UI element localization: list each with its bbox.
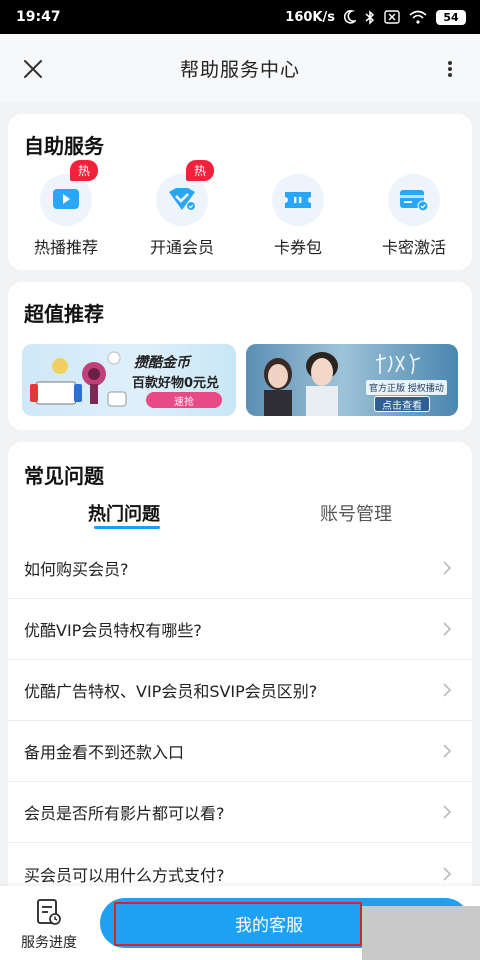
service-progress-button[interactable]: 服务进度 — [14, 898, 84, 956]
sim-off-icon — [384, 10, 400, 24]
coin-banner-title: 攒酷金币 — [134, 355, 190, 371]
faq-item[interactable]: 优酷广告特权、VIP会员和SVIP会员区别? — [8, 660, 472, 721]
faq-title: 常见问题 — [24, 464, 104, 488]
self-service-title: 自助服务 — [24, 134, 104, 158]
grab-now-button[interactable]: 速抢 — [146, 392, 222, 408]
chevron-right-icon — [443, 866, 452, 881]
official-license-text: 官方正版 授权播动 — [366, 380, 447, 395]
more-vertical-icon — [448, 61, 452, 77]
chevron-right-icon — [443, 622, 452, 636]
service-progress-icon — [37, 899, 61, 925]
battery-indicator: 54 — [436, 9, 466, 25]
status-icons: 160K/s 54 — [285, 9, 466, 25]
tab-hot-questions[interactable]: 热门问题 — [88, 500, 160, 526]
recommend-title: 超值推荐 — [24, 302, 104, 326]
faq-question: 买会员可以用什么方式支付? — [24, 865, 225, 885]
recommend-card: 超值推荐 攒酷金币 百款好物0元兑 速抢 官方正版 授权播动 点击查看 — [8, 282, 472, 430]
service-label: 热播推荐 — [33, 238, 98, 257]
service-progress-label: 服务进度 — [21, 935, 77, 951]
page-title: 帮助服务中心 — [179, 58, 300, 81]
customer-service-label: 我的客服 — [235, 915, 303, 936]
service-item-hot-recommend[interactable]: 热 热播推荐 — [16, 160, 116, 264]
drama-logo-calligraphy — [375, 353, 421, 375]
hot-badge: 热 — [186, 160, 215, 181]
faq-item[interactable]: 会员是否所有影片都可以看? — [8, 782, 472, 843]
more-options-button[interactable] — [440, 56, 460, 82]
close-button[interactable] — [20, 56, 46, 82]
service-label: 开通会员 — [149, 238, 214, 257]
self-service-card: 自助服务 热 热播推荐 热 开通会员 卡券包 卡密激活 — [8, 114, 472, 270]
faq-question: 优酷广告特权、VIP会员和SVIP会员区别? — [24, 682, 318, 701]
chevron-right-icon — [443, 805, 452, 819]
wifi-icon — [409, 10, 427, 24]
status-time: 19:47 — [16, 9, 61, 25]
play-video-icon — [53, 189, 79, 209]
faq-list: 如何购买会员? 优酷VIP会员特权有哪些? 优酷广告特权、VIP会员和SVIP会… — [8, 538, 472, 904]
faq-question: 如何购买会员? — [24, 560, 129, 579]
status-bar: 19:47 160K/s 54 — [0, 0, 480, 34]
actors-illustration — [264, 352, 338, 416]
service-label: 卡券包 — [273, 238, 322, 257]
service-icon-circle — [388, 174, 440, 226]
active-tab-indicator — [94, 526, 160, 529]
faq-question: 会员是否所有影片都可以看? — [24, 804, 225, 823]
service-icon-circle: 热 — [40, 160, 99, 226]
hot-badge: 热 — [70, 160, 99, 181]
view-now-button[interactable]: 点击查看 — [374, 396, 430, 412]
faq-card: 常见问题 热门问题 账号管理 如何购买会员? 优酷VIP会员特权有哪些? 优酷广… — [8, 442, 472, 960]
service-item-open-vip[interactable]: 热 开通会员 — [132, 160, 232, 264]
watermark-overlay — [362, 906, 480, 960]
card-activate-icon — [400, 190, 429, 212]
service-label: 卡密激活 — [381, 238, 446, 257]
faq-question: 备用金看不到还款入口 — [24, 743, 185, 762]
chevron-right-icon — [443, 744, 452, 758]
faq-item[interactable]: 如何购买会员? — [8, 538, 472, 599]
vip-diamond-icon — [169, 188, 196, 211]
chevron-right-icon — [443, 683, 452, 697]
faq-item[interactable]: 优酷VIP会员特权有哪些? — [8, 599, 472, 660]
service-item-coupon[interactable]: 卡券包 — [248, 174, 348, 264]
tab-account-management[interactable]: 账号管理 — [320, 500, 392, 526]
bluetooth-icon — [365, 9, 375, 25]
drama-banner[interactable]: 官方正版 授权播动 点击查看 — [246, 344, 458, 416]
service-icon-circle — [272, 174, 324, 226]
app-header: 帮助服务中心 — [0, 34, 480, 102]
coin-banner-subtitle: 百款好物0元兑 — [132, 376, 220, 391]
faq-item[interactable]: 备用金看不到还款入口 — [8, 721, 472, 782]
coupon-ticket-icon — [285, 192, 311, 208]
service-item-card-activate[interactable]: 卡密激活 — [364, 174, 464, 264]
service-icon-circle: 热 — [156, 160, 215, 226]
products-illustration — [30, 351, 127, 407]
faq-question: 优酷VIP会员特权有哪些? — [24, 621, 202, 640]
moon-icon — [344, 10, 356, 24]
network-speed: 160K/s — [285, 9, 335, 25]
chevron-right-icon — [443, 561, 452, 575]
close-icon — [24, 60, 42, 78]
coin-banner[interactable]: 攒酷金币 百款好物0元兑 速抢 — [22, 344, 236, 416]
